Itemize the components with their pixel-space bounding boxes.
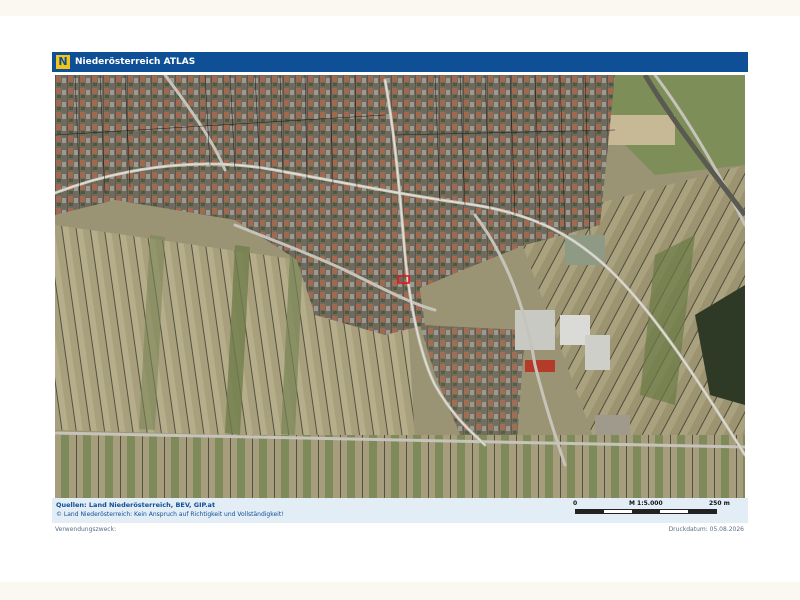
scale-ratio-label: M 1:5.000	[629, 500, 663, 507]
atlas-title: Niederösterreich ATLAS	[75, 57, 196, 67]
noe-logo-icon: N	[56, 55, 70, 69]
map-image	[55, 75, 745, 498]
purpose-label: Verwendungszweck:	[55, 526, 117, 533]
scale-ruler	[575, 509, 717, 514]
scale-start-label: 0	[573, 500, 578, 507]
scale-bar: 0 M 1:5.000 250 m	[573, 500, 743, 520]
aerial-map[interactable]	[55, 75, 745, 498]
disclaimer-text: © Land Niederösterreich: Kein Anspruch a…	[56, 511, 284, 518]
sources-text: Quellen: Land Niederösterreich, BEV, GIP…	[56, 501, 216, 509]
map-footer: Quellen: Land Niederösterreich, BEV, GIP…	[52, 498, 748, 523]
scale-end-label: 250 m	[709, 500, 730, 507]
print-date: Druckdatum: 05.08.2026	[668, 526, 744, 533]
atlas-header: N Niederösterreich ATLAS	[52, 52, 748, 72]
